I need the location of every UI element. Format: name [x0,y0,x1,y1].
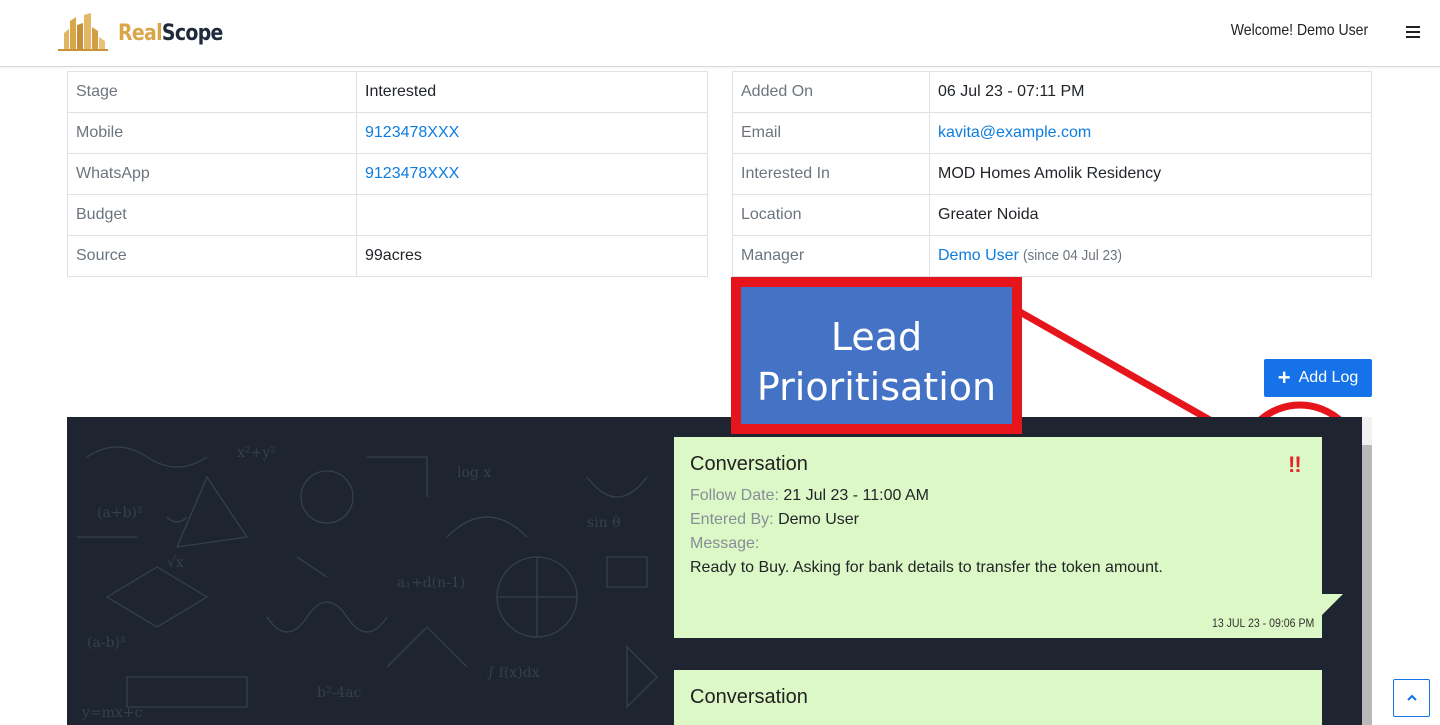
top-header: RealScope Welcome! Demo User [0,0,1440,67]
add-log-label: Add Log [1298,369,1359,386]
building-logo-icon [58,13,108,51]
field-label: Budget [67,194,357,236]
field-link[interactable]: 9123478XXX [365,165,459,182]
field-text: Interested [365,83,437,100]
log-entry[interactable]: Conversation Follow Date: 21 Jul 23 - 11… [674,437,1322,638]
svg-text:a₁+d(n-1): a₁+d(n-1) [397,575,465,591]
field-text: 06 Jul 23 - 07:11 PM [938,83,1085,100]
field-value[interactable]: kavita@example.com [929,112,1372,154]
lead-right-row: Interested In MOD Homes Amolik Residency [732,153,1372,195]
field-label: Stage [67,71,357,113]
field-link[interactable]: kavita@example.com [938,124,1091,141]
svg-text:(a+b)²: (a+b)² [97,505,143,521]
lead-left-row: Mobile 9123478XXX [67,112,708,154]
plus-icon: + [1277,365,1291,390]
field-value: 06 Jul 23 - 07:11 PM [929,71,1372,113]
field-value: MOD Homes Amolik Residency [929,153,1372,195]
field-value[interactable]: 9123478XXX [356,112,708,154]
log-entry[interactable]: Conversation [674,670,1322,725]
svg-text:log x: log x [457,465,491,481]
log-title: Conversation [690,686,808,708]
field-label: Interested In [732,153,930,195]
annotation-line-2: Prioritisation [756,365,997,409]
lead-right-row: Added On 06 Jul 23 - 07:11 PM [732,71,1372,113]
lead-left-row: Stage Interested [67,71,708,113]
field-label: Manager [732,235,930,277]
lead-left-row: Source 99acres [67,235,708,277]
field-link[interactable]: 9123478XXX [365,124,459,141]
svg-text:x²+y²: x²+y² [237,445,276,461]
field-label: Added On [732,71,930,113]
log-message-label: Message: [690,535,760,552]
field-value: Interested [356,71,708,113]
lead-details-left: Stage Interested Mobile 9123478XXX WhatsApp 9… [67,71,708,277]
manager-since: (since 04 Jul 23) [1023,247,1123,264]
svg-text:(a-b)³: (a-b)³ [87,635,126,651]
add-log-button[interactable]: + Add Log [1264,359,1372,397]
svg-text:y=mx+c: y=mx+c [81,705,143,721]
lead-right-row: Location Greater Noida [732,194,1372,236]
scroll-to-top-button[interactable] [1393,679,1430,717]
annotation-line-1: Lead [830,315,923,359]
field-label: WhatsApp [67,153,357,195]
field-value [356,194,708,236]
brand-name: RealScope [118,20,223,46]
hamburger-icon[interactable] [1406,26,1420,39]
svg-text:b²-4ac: b²-4ac [317,685,362,701]
field-text: MOD Homes Amolik Residency [938,165,1162,182]
lead-right-row: Manager Demo User (since 04 Jul 23) [732,235,1372,277]
field-text: 99acres [365,247,422,264]
bubble-tail [1322,594,1343,615]
scrollbar-thumb[interactable] [1362,445,1372,725]
field-value[interactable]: Demo User (since 04 Jul 23) [929,235,1372,277]
log-timeline[interactable]: (a+b)² x²+y² a₁+d(n-1) (a-b)³ b²-4ac log… [67,417,1362,725]
log-scrollbar[interactable] [1362,417,1372,725]
lead-left-row: WhatsApp 9123478XXX [67,153,708,195]
log-title: Conversation [690,453,808,475]
high-priority-icon[interactable]: !! [1288,452,1302,478]
annotation-callout: Lead Prioritisation [731,277,1022,434]
field-label: Location [732,194,930,236]
svg-text:√x: √x [167,555,184,571]
log-timestamp: 13 JUL 23 - 09:06 PM [1211,616,1314,630]
chevron-up-icon [1406,694,1417,701]
field-label: Source [67,235,357,277]
log-follow-date: Follow Date: 21 Jul 23 - 11:00 AM [690,487,929,504]
svg-text:∫ f(x)dx: ∫ f(x)dx [487,665,540,681]
field-link[interactable]: Demo User [938,247,1019,264]
log-entered-by: Entered By: Demo User [690,511,859,528]
field-value: Greater Noida [929,194,1372,236]
annotation-text: Lead Prioritisation [741,287,1012,424]
lead-right-row: Email kavita@example.com [732,112,1372,154]
brand-logo[interactable]: RealScope [56,12,240,54]
svg-text:sin θ: sin θ [587,515,621,531]
field-text: Greater Noida [938,206,1039,223]
field-label: Mobile [67,112,357,154]
log-message: Ready to Buy. Asking for bank details to… [690,559,1163,576]
lead-left-row: Budget [67,194,708,236]
welcome-text: Welcome! Demo User [1230,22,1368,39]
lead-details-right: Added On 06 Jul 23 - 07:11 PM Email kavita@… [732,71,1372,277]
field-value[interactable]: 9123478XXX [356,153,708,195]
field-label: Email [732,112,930,154]
field-value: 99acres [356,235,708,277]
